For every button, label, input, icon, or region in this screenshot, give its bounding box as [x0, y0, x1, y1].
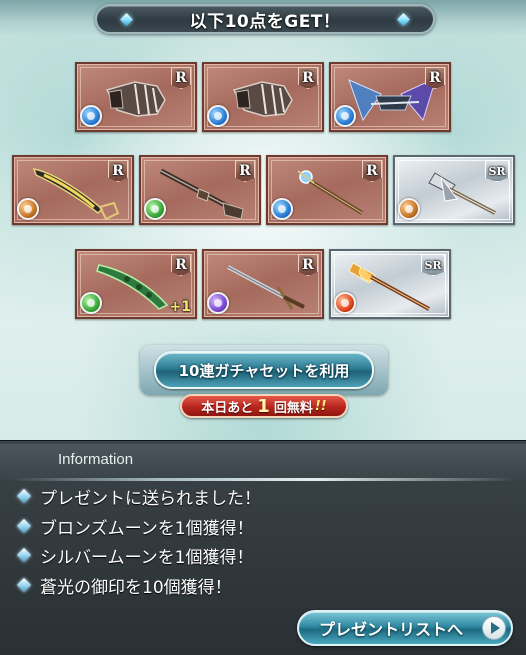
arrow-right-icon: [482, 616, 506, 640]
item-card[interactable]: R: [202, 62, 324, 132]
item-card[interactable]: R: [139, 155, 261, 225]
item-card[interactable]: R: [12, 155, 134, 225]
rarity-badge: R: [108, 160, 128, 182]
info-line: プレゼントに送られました！: [16, 483, 261, 509]
dark-element-icon: [207, 292, 229, 314]
present-list-label: プレゼントリストへ: [318, 620, 463, 639]
information-title: Information: [58, 451, 134, 468]
rarity-badge: R: [298, 67, 318, 89]
earth-element-icon: [17, 198, 39, 220]
item-card[interactable]: SR: [393, 155, 515, 225]
fire-element-icon: [334, 292, 356, 314]
diamond-icon: [397, 13, 410, 26]
wind-element-icon: [144, 198, 166, 220]
diamond-bullet-icon: [16, 547, 32, 563]
plus-level-badge: +1: [169, 299, 191, 315]
gacha-10-roll-button[interactable]: 10連ガチャセットを利用: [154, 351, 374, 389]
free-roll-badge: 本日あと 1 回無料 !!: [180, 394, 348, 418]
rarity-badge: R: [298, 254, 318, 276]
item-card[interactable]: R: [329, 62, 451, 132]
rarity-badge: R: [362, 160, 382, 182]
diamond-bullet-icon: [16, 577, 32, 593]
result-header: 以下10点をGET！: [95, 4, 435, 34]
water-element-icon: [334, 105, 356, 127]
free-prefix: 本日あと: [201, 400, 254, 416]
rarity-badge: R: [171, 254, 191, 276]
rarity-badge: SR: [421, 254, 445, 276]
gacha-button-label: 10連ガチャセットを利用: [178, 361, 350, 380]
rarity-badge: R: [171, 67, 191, 89]
diamond-bullet-icon: [16, 518, 32, 534]
free-mark: !!: [314, 398, 327, 414]
information-divider: [10, 478, 516, 481]
item-card[interactable]: SR: [329, 249, 451, 319]
item-card[interactable]: R +1: [75, 249, 197, 319]
item-card[interactable]: R: [75, 62, 197, 132]
info-line: 蒼光の御印を10個獲得！: [16, 572, 232, 598]
item-card[interactable]: R: [202, 249, 324, 319]
info-line: ブロンズムーンを1個獲得！: [16, 513, 254, 539]
item-card[interactable]: R: [266, 155, 388, 225]
water-element-icon: [271, 198, 293, 220]
water-element-icon: [207, 105, 229, 127]
rarity-badge: R: [235, 160, 255, 182]
rarity-badge: SR: [485, 160, 509, 182]
diamond-icon: [120, 13, 133, 26]
rarity-badge: R: [425, 67, 445, 89]
free-count: 1: [257, 395, 270, 417]
earth-element-icon: [398, 198, 420, 220]
wind-element-icon: [80, 292, 102, 314]
page-title: 以下10点をGET！: [189, 11, 341, 32]
water-element-icon: [80, 105, 102, 127]
info-line-text: プレゼントに送られました！: [40, 488, 261, 509]
free-suffix: 回無料: [273, 400, 313, 416]
present-list-button[interactable]: プレゼントリストへ: [297, 610, 513, 646]
diamond-bullet-icon: [16, 488, 32, 504]
info-line: シルバームーンを1個獲得！: [16, 542, 253, 568]
info-line-text: 蒼光の御印を10個獲得！: [40, 577, 232, 598]
info-line-text: ブロンズムーンを1個獲得！: [40, 518, 254, 539]
info-line-text: シルバームーンを1個獲得！: [40, 547, 254, 568]
